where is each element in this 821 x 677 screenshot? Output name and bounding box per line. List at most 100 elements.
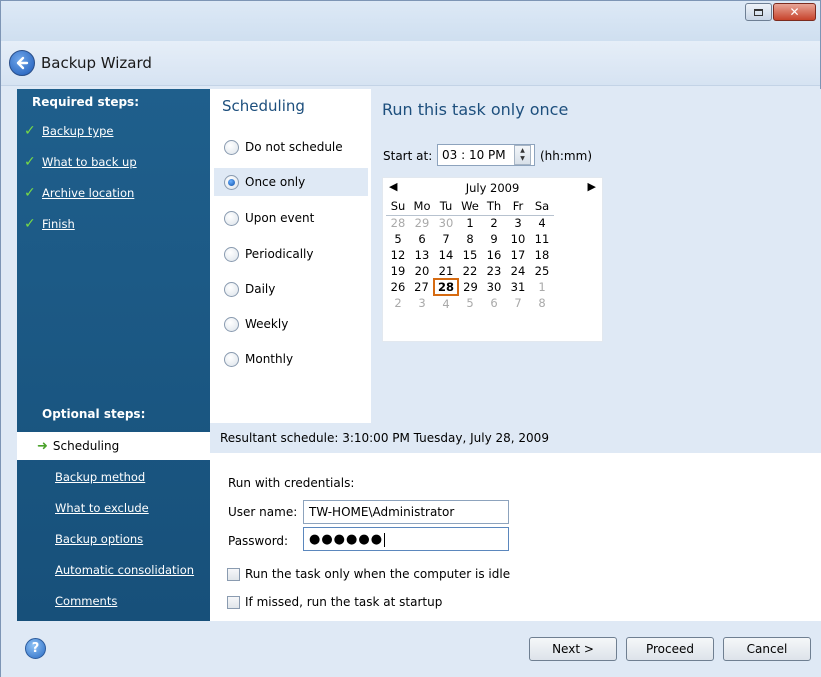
checkbox-idle-only[interactable]: Run the task only when the computer is i… [227,567,510,581]
radio-once-only[interactable]: Once only [214,168,368,196]
radio-button[interactable] [224,246,239,262]
radio-do-not-schedule[interactable]: Do not schedule [214,133,368,161]
password-field[interactable]: ●●●●●● [303,527,509,551]
optional-step-backup-method[interactable]: Backup method [55,470,145,484]
check-icon: ✓ [24,123,36,139]
calendar-day[interactable]: 9 [482,231,506,247]
calendar-day[interactable]: 1 [530,279,554,295]
calendar-day[interactable]: 14 [434,247,458,263]
calendar-day[interactable]: 30 [482,279,506,295]
calendar-day[interactable]: 2 [482,215,506,231]
password-label: Password: [228,534,289,548]
optional-step-scheduling-active[interactable]: ➜ Scheduling [17,432,210,460]
calendar-day[interactable]: 22 [458,263,482,279]
radio-periodically[interactable]: Periodically [214,240,368,268]
start-at-label: Start at: [383,149,433,163]
radio-button-selected[interactable] [224,174,239,190]
checkbox-run-at-startup[interactable]: If missed, run the task at startup [227,595,442,609]
calendar-day[interactable]: 7 [506,295,530,311]
calendar-day[interactable]: 18 [530,247,554,263]
required-step-archive-location[interactable]: ✓ Archive location [24,185,134,201]
optional-step-label[interactable]: What to exclude [55,501,149,515]
resultant-schedule: Resultant schedule: 3:10:00 PM Tuesday, … [210,423,821,453]
calendar-day[interactable]: 28 [386,215,410,231]
calendar-day[interactable]: 5 [386,231,410,247]
spin-down-icon[interactable]: ▼ [520,155,525,163]
radio-button[interactable] [224,210,239,226]
calendar-day[interactable]: 5 [458,295,482,311]
checkbox[interactable] [227,567,240,581]
calendar-day[interactable]: 7 [434,231,458,247]
calendar-day[interactable]: 29 [458,279,482,295]
radio-upon-event[interactable]: Upon event [214,204,368,232]
calendar-day[interactable]: 19 [386,263,410,279]
calendar-day[interactable]: 3 [410,295,434,311]
radio-button[interactable] [224,351,239,367]
calendar-day[interactable]: 10 [506,231,530,247]
optional-step-label[interactable]: Comments [55,594,117,608]
calendar-day[interactable]: 12 [386,247,410,263]
required-step-backup-type[interactable]: ✓ Backup type [24,123,114,139]
calendar-day[interactable]: 2 [386,295,410,311]
calendar-day[interactable]: 1 [458,215,482,231]
radio-daily[interactable]: Daily [214,275,368,303]
radio-weekly[interactable]: Weekly [214,310,368,338]
optional-step-backup-options[interactable]: Backup options [55,532,143,546]
spin-up-icon[interactable]: ▲ [520,147,525,155]
cancel-button[interactable]: Cancel [723,637,811,661]
user-name-field[interactable]: TW-HOME\Administrator [303,500,509,524]
calendar-day[interactable]: 11 [530,231,554,247]
calendar-day[interactable]: 24 [506,263,530,279]
calendar-day[interactable]: 6 [410,231,434,247]
optional-step-label[interactable]: Backup options [55,532,143,546]
calendar-day[interactable]: 8 [530,295,554,311]
next-month-icon[interactable]: ▶ [588,180,596,193]
calendar-day[interactable]: 20 [410,263,434,279]
calendar-day[interactable]: 8 [458,231,482,247]
checkbox[interactable] [227,595,240,609]
optional-step-label[interactable]: Backup method [55,470,145,484]
calendar-day[interactable]: 31 [506,279,530,295]
help-icon[interactable]: ? [25,638,46,659]
close-button[interactable]: ✕ [773,3,816,21]
optional-step-label[interactable]: Automatic consolidation [55,563,194,577]
arrow-right-icon: ➜ [37,438,48,454]
required-step-label[interactable]: What to back up [42,155,137,169]
required-step-what-to-back-up[interactable]: ✓ What to back up [24,154,137,170]
calendar-day[interactable]: 26 [386,279,410,295]
calendar-day[interactable]: 6 [482,295,506,311]
calendar-day[interactable]: 13 [410,247,434,263]
required-step-label[interactable]: Backup type [42,124,114,138]
calendar-day[interactable]: 3 [506,215,530,231]
optional-step-what-to-exclude[interactable]: What to exclude [55,501,149,515]
calendar-day[interactable]: 29 [410,215,434,231]
radio-button[interactable] [224,316,239,332]
restore-button[interactable] [745,3,772,21]
calendar-day[interactable]: 23 [482,263,506,279]
radio-button[interactable] [224,139,239,155]
required-step-label[interactable]: Finish [42,217,75,231]
calendar-day[interactable]: 16 [482,247,506,263]
calendar: ◀ July 2009 ▶ Su Mo Tu We Th Fr Sa 28 29 30 1 2 3 4 5… [382,177,603,342]
back-arrow-icon [16,56,29,70]
close-icon: ✕ [789,5,800,19]
calendar-day[interactable]: 25 [530,263,554,279]
calendar-day-selected[interactable]: 28 [433,278,459,296]
optional-step-comments[interactable]: Comments [55,594,117,608]
optional-step-automatic-consolidation[interactable]: Automatic consolidation [55,563,194,577]
calendar-day[interactable]: 27 [410,279,434,295]
radio-monthly[interactable]: Monthly [214,345,368,373]
back-button[interactable] [9,50,35,76]
calendar-day[interactable]: 15 [458,247,482,263]
time-spinner[interactable]: ▲ ▼ [514,145,531,165]
radio-button[interactable] [224,281,239,297]
calendar-day[interactable]: 17 [506,247,530,263]
required-step-label[interactable]: Archive location [42,186,134,200]
calendar-day[interactable]: 30 [434,215,458,231]
calendar-day[interactable]: 4 [530,215,554,231]
calendar-day[interactable]: 21 [434,263,458,279]
required-step-finish[interactable]: ✓ Finish [24,216,75,232]
proceed-button[interactable]: Proceed [626,637,714,661]
next-button[interactable]: Next > [529,637,617,661]
calendar-day[interactable]: 4 [434,295,458,311]
